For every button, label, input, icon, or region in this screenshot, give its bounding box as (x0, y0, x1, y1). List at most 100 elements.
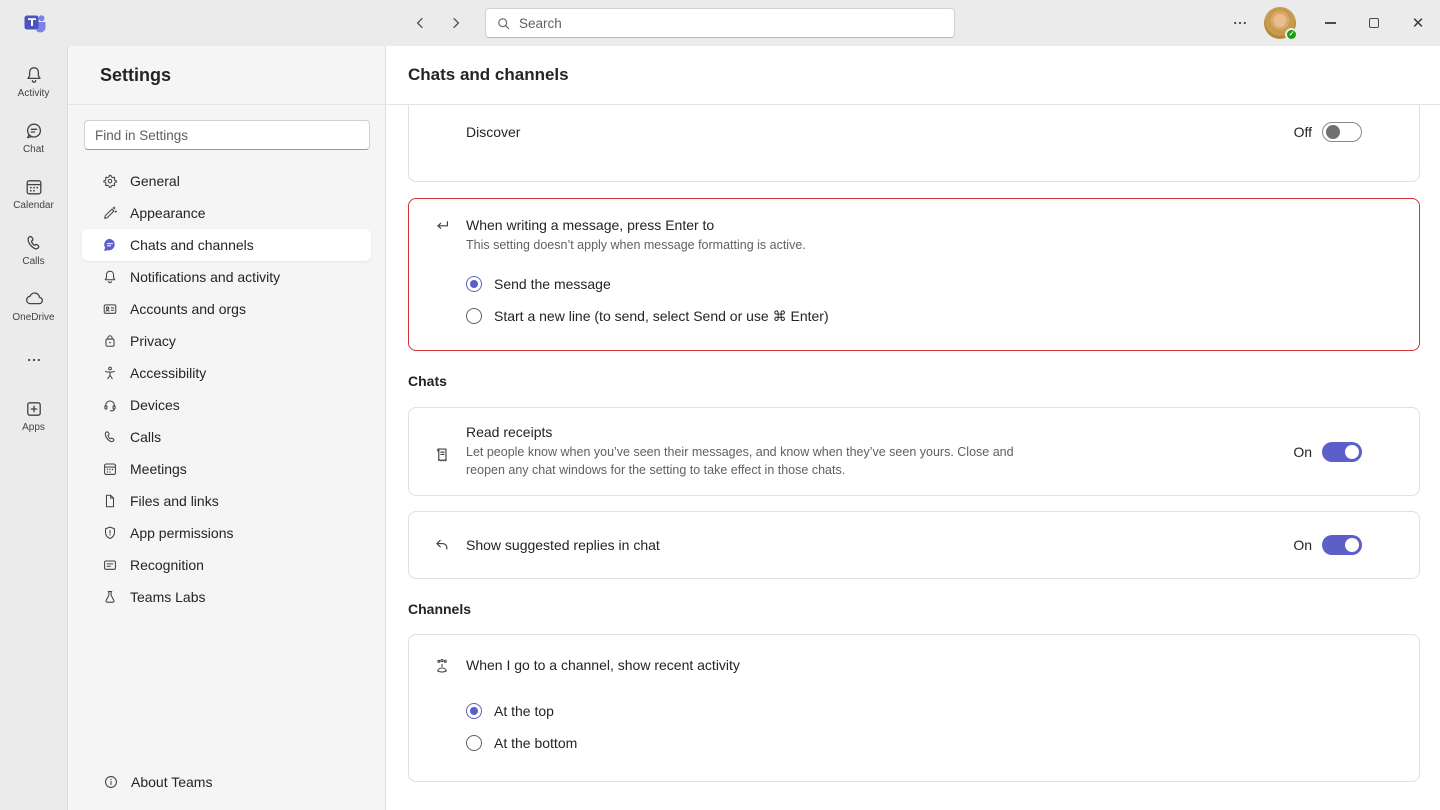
rail-item-chat[interactable]: Chat (0, 110, 68, 166)
sidebar-item-label: Chats and channels (130, 237, 254, 253)
back-button[interactable] (408, 11, 432, 35)
rail-item-calendar[interactable]: Calendar (0, 166, 68, 222)
headset-icon (102, 397, 118, 413)
sidebar-item-recognition[interactable]: Recognition (82, 549, 371, 581)
sidebar-item-chats-and-channels[interactable]: Chats and channels (82, 229, 371, 261)
sidebar-item-notifications[interactable]: Notifications and activity (82, 261, 371, 293)
receipt-icon (433, 446, 466, 464)
page-title: Chats and channels (408, 65, 569, 85)
nav-arrows (408, 11, 468, 35)
enter-key-icon (433, 217, 466, 235)
forward-button[interactable] (444, 11, 468, 35)
sidebar-item-app-permissions[interactable]: App permissions (82, 517, 371, 549)
people-community-icon (433, 657, 466, 675)
sidebar-item-label: Appearance (130, 205, 206, 221)
toggle-knob (1345, 538, 1359, 552)
radio-label: Send the message (494, 276, 611, 292)
sidebar-item-general[interactable]: General (82, 165, 371, 197)
discover-toggle[interactable] (1322, 122, 1362, 142)
read-receipts-state-label: On (1293, 444, 1312, 460)
chevron-left-icon (412, 15, 428, 31)
sidebar-item-label: Accessibility (130, 365, 206, 381)
chat-filled-icon (102, 237, 118, 253)
sidebar-item-label: App permissions (130, 525, 234, 541)
teams-window: ✓ ✕ Activity Chat (0, 0, 1440, 810)
rail-label: Calls (22, 256, 44, 267)
calendar-icon (24, 177, 44, 197)
search-input[interactable] (519, 16, 944, 31)
info-icon (103, 774, 119, 790)
radio-at-the-top[interactable]: At the top (466, 701, 1395, 721)
read-receipts-description: Let people know when you’ve seen their m… (466, 443, 1031, 479)
rail-item-calls[interactable]: Calls (0, 222, 68, 278)
minimize-button[interactable] (1308, 0, 1352, 46)
search-icon (496, 16, 511, 31)
chevron-right-icon (448, 15, 464, 31)
rail-more-button[interactable] (0, 344, 68, 376)
sidebar-item-label: Privacy (130, 333, 176, 349)
radio-unselected-icon (466, 308, 482, 324)
more-options-button[interactable] (1222, 0, 1258, 46)
sidebar-item-appearance[interactable]: Appearance (82, 197, 371, 229)
sidebar-item-privacy[interactable]: Privacy (82, 325, 371, 357)
phone-icon (24, 233, 44, 253)
content-header: Chats and channels (386, 46, 1440, 105)
shield-icon (102, 525, 118, 541)
rail-label: Calendar (13, 200, 54, 211)
read-receipts-toggle[interactable] (1322, 442, 1362, 462)
suggested-replies-state-label: On (1293, 537, 1312, 553)
sidebar-item-files[interactable]: Files and links (82, 485, 371, 517)
sidebar-item-meetings[interactable]: Meetings (82, 453, 371, 485)
radio-at-the-bottom[interactable]: At the bottom (466, 733, 1395, 753)
enter-radio-group: Send the message Start a new line (to se… (466, 274, 1395, 326)
sidebar-item-label: Teams Labs (130, 589, 205, 605)
sidebar-item-accessibility[interactable]: Accessibility (82, 357, 371, 389)
titlebar-right: ✓ ✕ (1222, 0, 1440, 46)
rail-label: Apps (22, 422, 45, 433)
radio-start-new-line[interactable]: Start a new line (to send, select Send o… (466, 306, 1395, 326)
sidebar-item-calls[interactable]: Calls (82, 421, 371, 453)
id-card-icon (102, 301, 118, 317)
discover-card: Discover Off (408, 105, 1420, 182)
chats-section-heading: Chats (408, 373, 1420, 389)
sidebar-item-label: Notifications and activity (130, 269, 280, 285)
sidebar-header: Settings (68, 46, 385, 105)
read-receipts-title: Read receipts (466, 424, 1031, 440)
settings-scroll-area[interactable]: Discover Off When writing a (386, 105, 1440, 810)
suggested-replies-title: Show suggested replies in chat (466, 537, 660, 553)
radio-send-message[interactable]: Send the message (466, 274, 1395, 294)
rail-label: OneDrive (12, 312, 54, 323)
rail-item-activity[interactable]: Activity (0, 54, 68, 110)
about-teams[interactable]: About Teams (68, 754, 385, 810)
rail-label: Chat (23, 144, 44, 155)
cloud-icon (23, 289, 45, 309)
find-in-settings-input[interactable] (84, 120, 370, 150)
ellipsis-icon (1232, 15, 1248, 31)
app-rail: Activity Chat Calendar Calls (0, 46, 68, 810)
maximize-button[interactable] (1352, 0, 1396, 46)
sidebar-item-teams-labs[interactable]: Teams Labs (82, 581, 371, 613)
discover-label: Discover (466, 124, 520, 140)
accessibility-icon (102, 365, 118, 381)
rail-item-onedrive[interactable]: OneDrive (0, 278, 68, 334)
sidebar-item-devices[interactable]: Devices (82, 389, 371, 421)
suggested-replies-toggle[interactable] (1322, 535, 1362, 555)
channel-activity-radio-group: At the top At the bottom (466, 701, 1395, 753)
minimize-icon (1325, 22, 1336, 23)
close-icon: ✕ (1412, 14, 1425, 32)
presence-available-icon: ✓ (1285, 28, 1298, 41)
sidebar-item-accounts[interactable]: Accounts and orgs (82, 293, 371, 325)
channel-activity-title: When I go to a channel, show recent acti… (466, 657, 740, 673)
lock-icon (102, 333, 118, 349)
rail-item-apps[interactable]: Apps (0, 388, 68, 444)
bell-icon (102, 269, 118, 285)
teams-logo-icon (22, 11, 48, 35)
close-button[interactable]: ✕ (1396, 0, 1440, 46)
avatar[interactable]: ✓ (1264, 7, 1296, 39)
search-bar[interactable] (485, 8, 955, 38)
sidebar-item-label: General (130, 173, 180, 189)
radio-label: At the bottom (494, 735, 577, 751)
sidebar-item-label: Files and links (130, 493, 219, 509)
sidebar-item-label: Calls (130, 429, 161, 445)
titlebar: ✓ ✕ (0, 0, 1440, 46)
